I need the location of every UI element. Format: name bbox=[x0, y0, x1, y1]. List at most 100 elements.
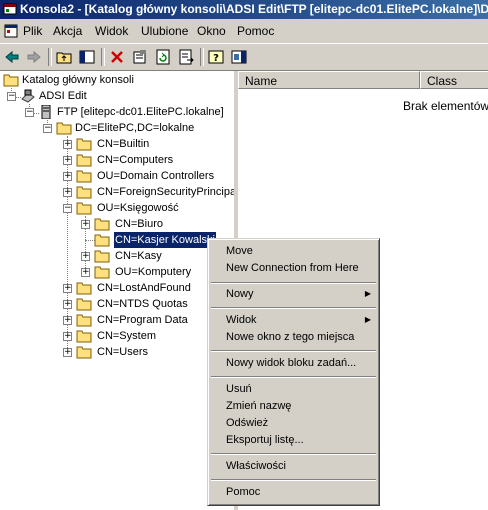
server-icon bbox=[41, 105, 51, 119]
forward-icon[interactable] bbox=[24, 47, 44, 67]
tree-label: CN=Kasy bbox=[115, 250, 162, 262]
tree-label: FTP [elitepc-dc01.ElitePC.lokalne] bbox=[57, 106, 224, 118]
svg-text:?: ? bbox=[213, 53, 219, 64]
collapse-toggle[interactable]: − bbox=[7, 91, 16, 101]
menu-item-move[interactable]: Move bbox=[226, 245, 253, 257]
tree-label: CN=Program Data bbox=[97, 314, 188, 326]
toolbar: ? bbox=[0, 43, 488, 71]
menu-item-help[interactable]: Pomoc bbox=[226, 486, 260, 498]
help-icon[interactable]: ? bbox=[206, 47, 226, 67]
tree-label: CN=Users bbox=[97, 346, 149, 358]
submenu-arrow-icon: ▶ bbox=[364, 315, 371, 324]
folder-icon bbox=[94, 218, 110, 231]
menu-separator bbox=[211, 376, 376, 378]
title-bar: Konsola2 - [Katalog główny konsoli\ADSI … bbox=[0, 0, 488, 19]
menu-separator bbox=[211, 453, 376, 455]
menu-item-new-connection[interactable]: New Connection from Here bbox=[226, 262, 359, 274]
expand-toggle[interactable]: + bbox=[63, 299, 72, 309]
tree-label: CN=Builtin bbox=[97, 138, 150, 150]
menu-item-delete[interactable]: Usuń bbox=[226, 383, 252, 395]
folder-icon bbox=[94, 234, 110, 247]
tree-label: OU=Komputery bbox=[115, 266, 192, 278]
menu-item-properties[interactable]: Właściwości bbox=[226, 460, 286, 472]
show-tree-icon[interactable] bbox=[77, 47, 97, 67]
tree-label: OU=Księgowość bbox=[97, 202, 179, 214]
adsi-edit-icon bbox=[21, 89, 35, 103]
context-menu: Move New Connection from Here Nowy ▶ Wid… bbox=[207, 238, 380, 506]
toolbar-separator bbox=[101, 48, 105, 66]
expand-toggle[interactable]: + bbox=[63, 155, 72, 165]
tree-label: OU=Domain Controllers bbox=[97, 170, 215, 182]
folder-icon bbox=[76, 298, 92, 311]
tree-label: CN=System bbox=[97, 330, 156, 342]
submenu-arrow-icon: ▶ bbox=[364, 289, 371, 298]
expand-toggle[interactable]: + bbox=[81, 267, 90, 277]
export-icon[interactable] bbox=[176, 47, 196, 67]
expand-toggle[interactable]: + bbox=[63, 283, 72, 293]
folder-icon bbox=[56, 122, 72, 135]
menu-item-nowy[interactable]: Nowy bbox=[226, 288, 254, 300]
expand-toggle[interactable]: + bbox=[63, 171, 72, 181]
folder-icon bbox=[76, 202, 92, 215]
folder-icon bbox=[76, 138, 92, 151]
properties-icon[interactable] bbox=[130, 47, 150, 67]
back-icon[interactable] bbox=[2, 47, 22, 67]
tree-label: CN=NTDS Quotas bbox=[97, 298, 188, 310]
menu-item-widok[interactable]: Widok bbox=[226, 314, 257, 326]
tree-label: DC=ElitePC,DC=lokalne bbox=[75, 122, 195, 134]
mmc-doc-icon[interactable] bbox=[4, 24, 18, 38]
tree-pane[interactable]: Katalog główny konsoli − ADSI Edit − FTP… bbox=[0, 71, 236, 510]
tree-label: ADSI Edit bbox=[39, 90, 87, 102]
folder-icon bbox=[3, 74, 19, 87]
column-header-name[interactable]: Name bbox=[238, 71, 420, 89]
expand-toggle[interactable]: + bbox=[63, 187, 72, 197]
up-folder-icon[interactable] bbox=[54, 47, 74, 67]
menu-akcja[interactable]: Akcja bbox=[53, 24, 82, 38]
menu-okno[interactable]: Okno bbox=[197, 24, 226, 38]
empty-list-message: Brak elementów do wyświetlenia w tym wid… bbox=[403, 99, 488, 113]
action-pane-icon[interactable] bbox=[229, 47, 249, 67]
expand-toggle[interactable]: + bbox=[63, 331, 72, 341]
menu-ulubione[interactable]: Ulubione bbox=[141, 24, 188, 38]
menu-item-new-taskpad[interactable]: Nowy widok bloku zadań... bbox=[226, 357, 356, 369]
collapse-toggle[interactable]: − bbox=[25, 107, 34, 117]
tree-label: CN=LostAndFound bbox=[97, 282, 191, 294]
tree-label: CN=Biuro bbox=[115, 218, 163, 230]
folder-icon bbox=[94, 250, 110, 263]
tree-label: CN=Computers bbox=[97, 154, 174, 166]
tree-label: CN=ForeignSecurityPrincipal bbox=[97, 186, 236, 198]
expand-toggle[interactable]: + bbox=[63, 139, 72, 149]
folder-icon bbox=[76, 346, 92, 359]
mmc-app-icon bbox=[3, 3, 17, 15]
menu-pomoc[interactable]: Pomoc bbox=[237, 24, 274, 38]
refresh-icon[interactable] bbox=[153, 47, 173, 67]
expand-toggle[interactable]: + bbox=[81, 219, 90, 229]
toolbar-separator bbox=[200, 48, 204, 66]
tree-label: Katalog główny konsoli bbox=[22, 74, 134, 86]
collapse-toggle[interactable]: − bbox=[63, 203, 72, 213]
menu-item-rename[interactable]: Zmień nazwę bbox=[226, 400, 291, 412]
delete-icon[interactable] bbox=[107, 47, 127, 67]
menu-separator bbox=[211, 307, 376, 309]
folder-icon bbox=[76, 154, 92, 167]
menu-item-new-window[interactable]: Nowe okno z tego miejsca bbox=[226, 331, 354, 343]
menu-bar: Plik Akcja Widok Ulubione Okno Pomoc bbox=[0, 20, 488, 42]
window-title: Konsola2 - [Katalog główny konsoli\ADSI … bbox=[20, 2, 488, 16]
menu-plik[interactable]: Plik bbox=[23, 24, 42, 38]
collapse-toggle[interactable]: − bbox=[43, 123, 52, 133]
expand-toggle[interactable]: + bbox=[63, 347, 72, 357]
folder-icon bbox=[76, 170, 92, 183]
expand-toggle[interactable]: + bbox=[81, 251, 90, 261]
folder-icon bbox=[94, 266, 110, 279]
column-header-class[interactable]: Class bbox=[420, 71, 488, 89]
menu-separator bbox=[211, 350, 376, 352]
menu-separator bbox=[211, 282, 376, 284]
folder-icon bbox=[76, 314, 92, 327]
menu-item-refresh[interactable]: Odśwież bbox=[226, 417, 268, 429]
folder-icon bbox=[76, 282, 92, 295]
folder-icon bbox=[76, 186, 92, 199]
menu-widok[interactable]: Widok bbox=[95, 24, 128, 38]
expand-toggle[interactable]: + bbox=[63, 315, 72, 325]
menu-item-export-list[interactable]: Eksportuj listę... bbox=[226, 434, 304, 446]
menu-separator bbox=[211, 479, 376, 481]
